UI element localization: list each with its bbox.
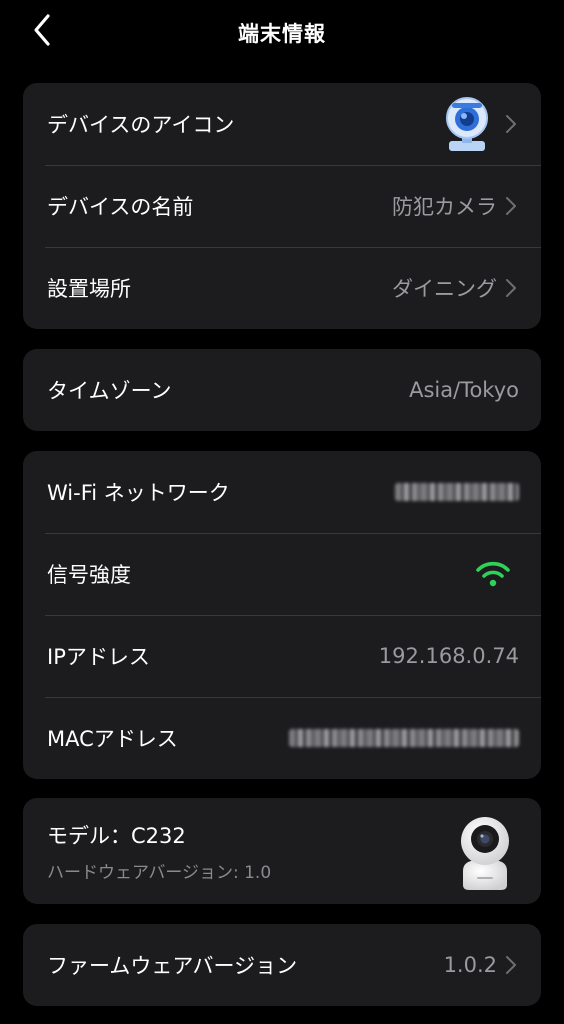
firmware-version-row[interactable]: ファームウェアバージョン 1.0.2 [23, 924, 541, 1006]
ip-address-value: 192.168.0.74 [378, 644, 519, 668]
model-title: モデル：C232 [47, 823, 186, 848]
device-settings-card: デバイスのアイコン デバイスの名前 防犯カメラ 設置場所 ダイニング [23, 83, 541, 329]
device-camera-icon [446, 97, 488, 151]
hardware-version: ハードウェアバージョン: 1.0 [47, 862, 272, 883]
wifi-network-row: Wi-Fi ネットワーク [23, 451, 541, 533]
model-card: モデル：C232 ハードウェアバージョン: 1.0 [23, 798, 541, 904]
firmware-version-label: ファームウェアバージョン [47, 954, 298, 978]
install-location-label: 設置場所 [47, 277, 131, 301]
model-text: モデル：C232 ハードウェアバージョン: 1.0 [47, 820, 455, 883]
install-location-value: ダイニング [392, 277, 497, 301]
device-name-label: デバイスの名前 [47, 195, 194, 219]
wifi-network-value-redacted [395, 483, 519, 501]
signal-strength-row: 信号強度 [23, 533, 541, 615]
chevron-right-icon [505, 278, 519, 298]
timezone-card: タイムゾーン Asia/Tokyo [23, 349, 541, 431]
chevron-right-icon [505, 196, 519, 216]
device-icon-label: デバイスのアイコン [47, 113, 235, 137]
firmware-card: ファームウェアバージョン 1.0.2 [23, 924, 541, 1006]
chevron-right-icon [505, 955, 519, 975]
mac-address-value-redacted [289, 729, 519, 747]
mac-address-row: MACアドレス [23, 697, 541, 779]
chevron-right-icon [505, 114, 519, 134]
camera-product-image [461, 817, 509, 890]
page-title: 端末情報 [238, 22, 326, 46]
device-name-row[interactable]: デバイスの名前 防犯カメラ [23, 165, 541, 247]
device-name-value: 防犯カメラ [392, 195, 497, 219]
install-location-row[interactable]: 設置場所 ダイニング [23, 247, 541, 329]
timezone-label: タイムゾーン [47, 379, 172, 403]
model-row: モデル：C232 ハードウェアバージョン: 1.0 [23, 798, 541, 904]
timezone-value: Asia/Tokyo [409, 378, 519, 402]
mac-address-label: MACアドレス [47, 727, 178, 751]
timezone-row: タイムゾーン Asia/Tokyo [23, 349, 541, 431]
ip-address-row: IPアドレス 192.168.0.74 [23, 615, 541, 697]
network-info-card: Wi-Fi ネットワーク 信号強度 IPアドレス 192.168.0.74 MA… [23, 451, 541, 779]
signal-strength-label: 信号強度 [47, 563, 131, 587]
firmware-version-value: 1.0.2 [443, 953, 497, 977]
wifi-network-label: Wi-Fi ネットワーク [47, 481, 230, 505]
top-bar: 端末情報 [0, 0, 564, 64]
device-icon-row[interactable]: デバイスのアイコン [23, 83, 541, 165]
wifi-signal-icon [476, 561, 510, 587]
ip-address-label: IPアドレス [47, 645, 150, 669]
